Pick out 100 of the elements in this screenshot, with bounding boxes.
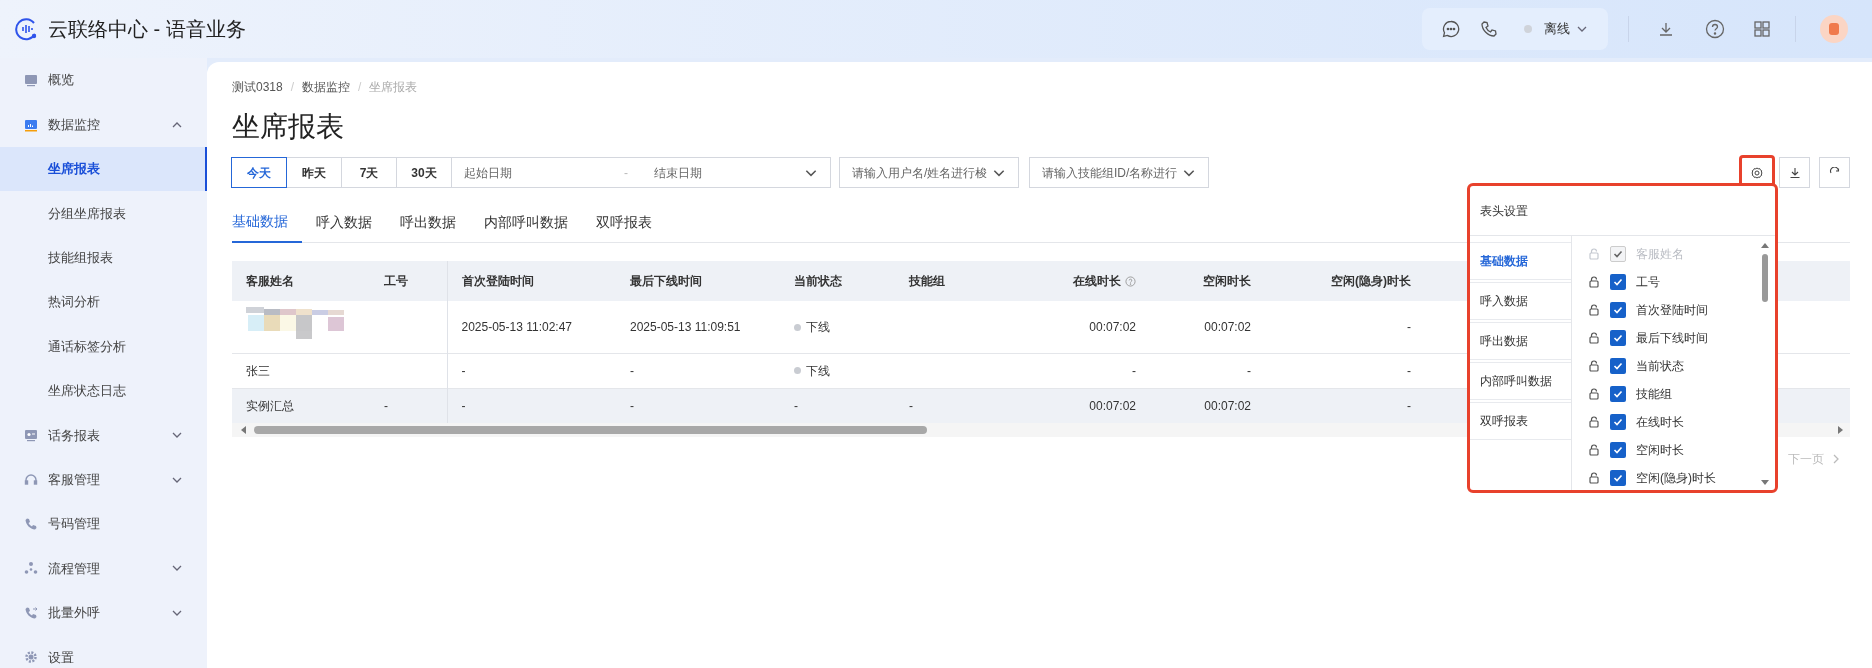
- sidebar-item[interactable]: 批量外呼: [0, 590, 207, 636]
- sidebar-subitem[interactable]: 通话标签分析: [0, 324, 207, 369]
- checkbox[interactable]: [1610, 358, 1626, 374]
- lock-icon[interactable]: [1588, 360, 1600, 372]
- popup-title: 表头设置: [1470, 186, 1775, 236]
- column-header: 技能组: [909, 273, 945, 290]
- lock-icon[interactable]: [1588, 304, 1600, 316]
- cell-text: 实例汇总: [246, 397, 294, 415]
- check-icon: [1613, 445, 1623, 455]
- tab[interactable]: 内部呼叫数据: [470, 204, 582, 243]
- field-label: 空闲(隐身)时长: [1636, 470, 1716, 487]
- settings-icon: [24, 650, 38, 665]
- group-tab[interactable]: 呼出数据: [1470, 322, 1571, 360]
- checkbox[interactable]: [1610, 274, 1626, 290]
- chat-icon[interactable]: [1442, 20, 1460, 38]
- scroll-down-icon[interactable]: [1761, 480, 1769, 486]
- tab[interactable]: 呼入数据: [302, 204, 386, 243]
- sidebar-subitem[interactable]: 分组坐席报表: [0, 191, 207, 236]
- scroll-right-icon[interactable]: [1836, 426, 1844, 434]
- lock-icon[interactable]: [1588, 416, 1600, 428]
- sidebar-subitem[interactable]: 坐席报表: [0, 146, 207, 192]
- check-icon: [1613, 249, 1623, 259]
- skill-select[interactable]: 请输入技能组ID/名称进行: [1029, 157, 1209, 188]
- column-header: 首次登陆时间: [461, 273, 534, 290]
- chart-icon: [24, 117, 38, 132]
- cell-text: 00:07:02: [1204, 318, 1251, 336]
- sidebar-item[interactable]: 概览: [0, 58, 207, 103]
- cell-text: -: [630, 362, 634, 380]
- group-tab[interactable]: 双呼报表: [1470, 402, 1571, 440]
- sidebar-item[interactable]: 流程管理: [0, 546, 207, 591]
- cell-text: 2025-05-13 11:09:51: [630, 318, 741, 336]
- cell-text: 2025-05-13 11:02:47: [461, 318, 573, 336]
- cell-text: 00:07:02: [1089, 397, 1136, 415]
- grid-icon[interactable]: [1753, 20, 1771, 38]
- sidebar-subitem[interactable]: 坐席状态日志: [0, 368, 207, 414]
- download-icon[interactable]: [1657, 20, 1675, 38]
- breadcrumb-link[interactable]: 测试0318: [232, 78, 283, 96]
- check-icon: [1613, 417, 1623, 427]
- help-icon[interactable]: [1705, 19, 1725, 39]
- monitor-icon: [24, 73, 38, 88]
- check-icon: [1613, 389, 1623, 399]
- phone-icon[interactable]: [1480, 20, 1498, 38]
- field-label: 当前状态: [1636, 358, 1684, 375]
- breadcrumb-link[interactable]: 数据监控: [302, 78, 351, 96]
- status-dropdown[interactable]: 离线: [1524, 19, 1588, 39]
- sidebar-subitem[interactable]: 热词分析: [0, 279, 207, 325]
- refresh-button[interactable]: [1819, 157, 1850, 188]
- group-tab[interactable]: 呼入数据: [1470, 282, 1571, 320]
- range-button[interactable]: 昨天: [286, 157, 342, 188]
- report-icon: [24, 428, 38, 443]
- page-title: 坐席报表: [232, 110, 345, 144]
- lock-icon[interactable]: [1588, 444, 1600, 456]
- cell-text: -: [1407, 362, 1411, 380]
- checkbox[interactable]: [1610, 330, 1626, 346]
- group-tab[interactable]: 基础数据: [1470, 242, 1571, 280]
- cell-text: -: [630, 397, 634, 415]
- export-button[interactable]: [1779, 157, 1810, 188]
- sidebar-subitem[interactable]: 技能组报表: [0, 235, 207, 280]
- sidebar-item[interactable]: 话务报表: [0, 413, 207, 458]
- lock-icon[interactable]: [1588, 276, 1600, 288]
- sidebar-item[interactable]: 客服管理: [0, 457, 207, 502]
- cell-text: -: [909, 397, 913, 415]
- check-icon: [1613, 333, 1623, 343]
- cell-text: 00:07:02: [1089, 318, 1136, 336]
- checkbox[interactable]: [1610, 414, 1626, 430]
- range-button[interactable]: 今天: [231, 157, 287, 188]
- range-button[interactable]: 30天: [396, 157, 452, 188]
- check-icon: [1613, 473, 1623, 483]
- lock-icon[interactable]: [1588, 388, 1600, 400]
- cell-text: -: [1407, 318, 1411, 336]
- cell-text: -: [384, 397, 388, 415]
- range-button[interactable]: 7天: [341, 157, 397, 188]
- cell-text: -: [1132, 362, 1136, 380]
- sidebar-item[interactable]: 数据监控: [0, 102, 207, 147]
- date-range-field[interactable]: 起始日期 - 结束日期: [451, 157, 831, 188]
- checkbox[interactable]: [1610, 386, 1626, 402]
- sidebar-item[interactable]: 设置: [0, 635, 207, 668]
- checkbox[interactable]: [1610, 442, 1626, 458]
- lock-icon[interactable]: [1588, 332, 1600, 344]
- tab[interactable]: 呼出数据: [386, 204, 470, 243]
- column-header: 在线时长: [1073, 273, 1121, 290]
- checkbox[interactable]: [1610, 470, 1626, 486]
- field-label: 最后下线时间: [1636, 330, 1708, 347]
- tab[interactable]: 双呼报表: [582, 204, 666, 243]
- scroll-up-icon[interactable]: [1761, 242, 1769, 248]
- check-icon: [1613, 361, 1623, 371]
- cell-text: -: [794, 397, 798, 415]
- sidebar-item[interactable]: 号码管理: [0, 501, 207, 547]
- checkbox[interactable]: [1610, 302, 1626, 318]
- breadcrumb-separator: /: [358, 79, 362, 96]
- lock-icon[interactable]: [1588, 472, 1600, 484]
- column-header: 工号: [384, 273, 408, 290]
- user-select[interactable]: 请输入用户名/姓名进行梭: [839, 157, 1019, 188]
- group-tab[interactable]: 内部呼叫数据: [1470, 362, 1571, 400]
- check-icon: [1613, 305, 1623, 315]
- column-header: 客服姓名: [246, 273, 294, 290]
- scroll-left-icon[interactable]: [240, 426, 248, 434]
- tab[interactable]: 基础数据: [232, 204, 302, 243]
- headset-icon: [24, 472, 38, 487]
- column-header: 最后下线时间: [630, 273, 702, 290]
